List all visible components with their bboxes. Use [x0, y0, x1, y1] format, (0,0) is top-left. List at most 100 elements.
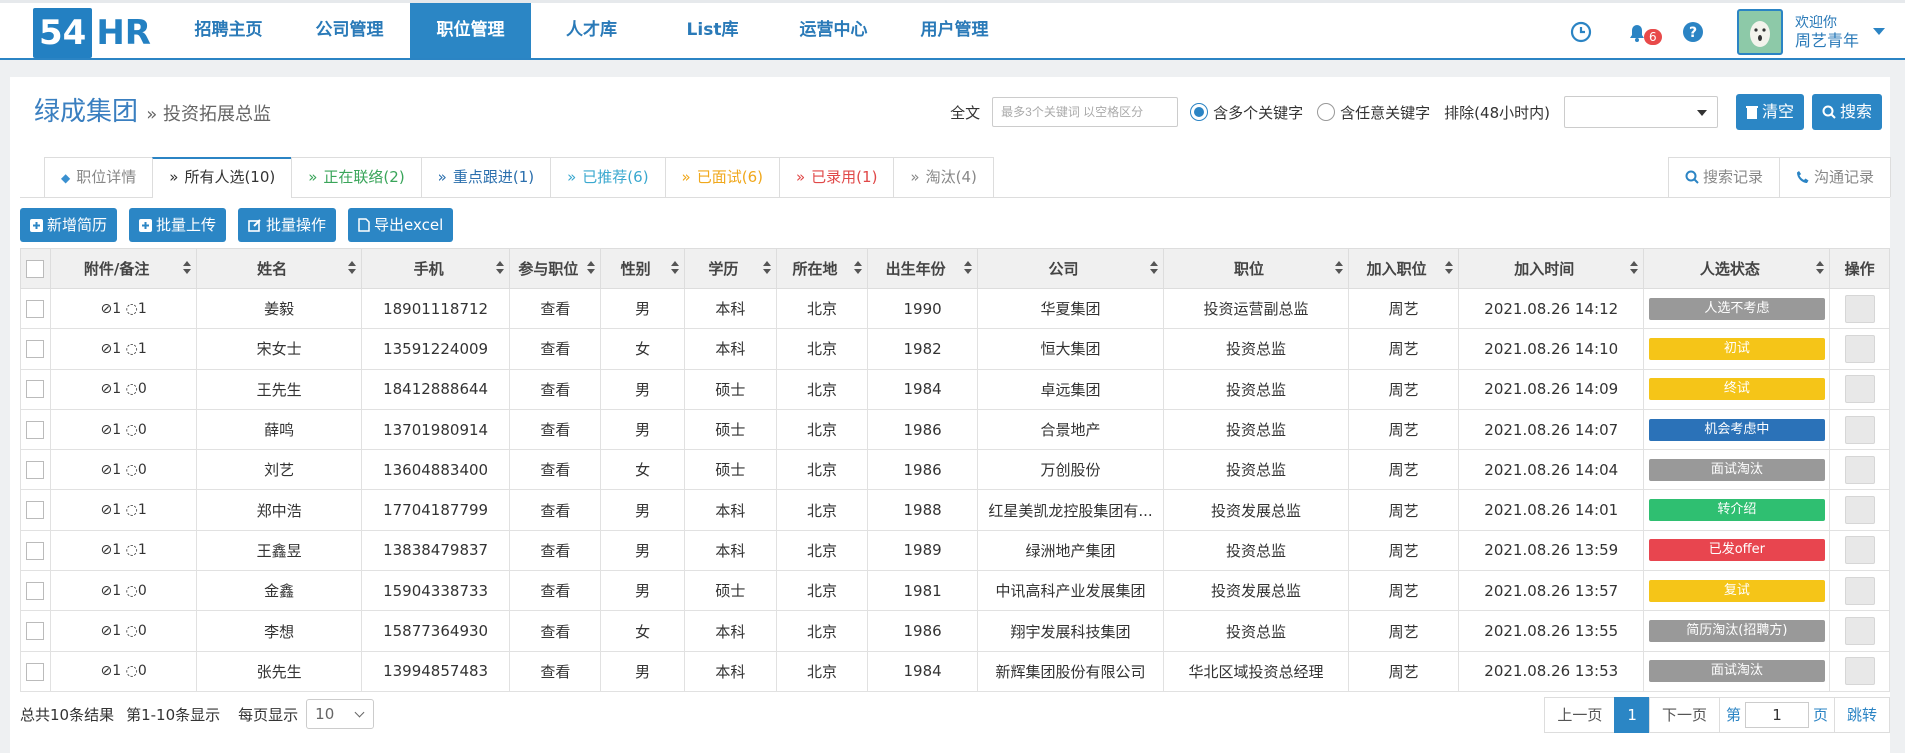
- candidate-name[interactable]: 薛鸣: [196, 408, 362, 451]
- row-checkbox[interactable]: [26, 461, 45, 480]
- keyword-input[interactable]: 最多3个关键词 以空格区分: [992, 97, 1179, 127]
- row-checkbox[interactable]: [26, 622, 45, 641]
- sort-icon[interactable]: [496, 261, 505, 275]
- sort-icon[interactable]: [183, 261, 192, 275]
- sort-icon[interactable]: [1816, 261, 1825, 275]
- radio-any-keyword[interactable]: 含任意关键字: [1317, 102, 1430, 123]
- attachment-cell[interactable]: ⊘1 ◌0: [49, 570, 198, 612]
- row-checkbox[interactable]: [26, 541, 45, 560]
- table-row[interactable]: ⊘1 ◌0 李想 15877364930 查看女本科 北京 1986 翔宇发展科技集团 投资总…: [20, 610, 1890, 652]
- view-positions-link[interactable]: 查看: [509, 449, 602, 491]
- row-checkbox[interactable]: [26, 581, 45, 600]
- nav-item-4[interactable]: List库: [652, 3, 773, 58]
- candidate-name[interactable]: 宋女士: [196, 328, 362, 370]
- column-header-4[interactable]: 性别: [600, 248, 685, 289]
- chevron-down-icon[interactable]: [1873, 28, 1885, 35]
- view-positions-link[interactable]: 查看: [509, 650, 602, 692]
- help-icon[interactable]: ?: [1682, 21, 1704, 43]
- select-all-checkbox[interactable]: [26, 259, 45, 278]
- status-badge[interactable]: 人选不考虑: [1648, 297, 1825, 320]
- status-badge[interactable]: 复试: [1648, 579, 1825, 602]
- view-positions-link[interactable]: 查看: [509, 610, 602, 652]
- status-badge[interactable]: 面试淘汰: [1648, 660, 1825, 683]
- column-header-7[interactable]: 出生年份: [867, 248, 979, 289]
- table-row[interactable]: ⊘1 ◌0 薛鸣 13701980914 查看男硕士 北京 1986 合景地产 投资总监 周艺 2…: [20, 408, 1890, 451]
- per-page-select[interactable]: 10: [306, 699, 375, 729]
- exclude-select[interactable]: [1563, 96, 1718, 128]
- sort-icon[interactable]: [964, 261, 973, 275]
- row-checkbox[interactable]: [26, 340, 45, 359]
- sort-icon[interactable]: [587, 261, 596, 275]
- qrcode-icon[interactable]: [1844, 375, 1875, 404]
- status-badge[interactable]: 已发offer: [1648, 539, 1825, 562]
- nav-item-2[interactable]: 职位管理: [410, 3, 531, 58]
- column-header-5[interactable]: 学历: [683, 248, 777, 289]
- candidate-name[interactable]: 金鑫: [196, 570, 362, 612]
- table-row[interactable]: ⊘1 ◌1 宋女士 13591224009 查看女本科 北京 1982 恒大集团 投资总监 周艺…: [20, 328, 1890, 370]
- radio-all-keywords[interactable]: 含多个关键字: [1190, 102, 1303, 123]
- sort-icon[interactable]: [854, 261, 863, 275]
- qrcode-icon[interactable]: [1844, 576, 1875, 605]
- tab-5[interactable]: » 已面试(6): [664, 157, 780, 197]
- tab-search-history[interactable]: 搜索记录: [1667, 157, 1780, 197]
- tab-0[interactable]: ◆ 职位详情: [44, 157, 154, 197]
- attachment-cell[interactable]: ⊘1 ◌0: [49, 610, 198, 652]
- status-badge[interactable]: 转介绍: [1648, 499, 1825, 522]
- sort-icon[interactable]: [347, 261, 356, 275]
- goto-page-input[interactable]: 1: [1744, 702, 1809, 728]
- column-header-3[interactable]: 参与职位: [509, 248, 602, 289]
- nav-item-5[interactable]: 运营中心: [773, 3, 894, 58]
- table-row[interactable]: ⊘1 ◌1 郑中浩 17704187799 查看男本科 北京 1988 红星美凯龙控股集团有…: [20, 489, 1890, 531]
- export-excel-button[interactable]: 导出excel: [348, 208, 454, 242]
- view-positions-link[interactable]: 查看: [509, 570, 602, 612]
- view-positions-link[interactable]: 查看: [509, 328, 602, 370]
- candidate-name[interactable]: 姜毅: [196, 287, 362, 330]
- qrcode-icon[interactable]: [1844, 294, 1875, 323]
- qrcode-icon[interactable]: [1844, 334, 1875, 363]
- status-badge[interactable]: 初试: [1648, 337, 1825, 360]
- prev-page-button[interactable]: 上一页: [1544, 697, 1616, 733]
- next-page-button[interactable]: 下一页: [1648, 697, 1720, 733]
- candidate-name[interactable]: 刘艺: [196, 449, 362, 491]
- nav-item-1[interactable]: 公司管理: [289, 3, 410, 58]
- sort-icon[interactable]: [1335, 261, 1344, 275]
- clear-button[interactable]: 清空: [1735, 94, 1804, 130]
- batch-upload-button[interactable]: 批量上传: [129, 208, 227, 242]
- view-positions-link[interactable]: 查看: [509, 287, 602, 330]
- avatar[interactable]: [1737, 8, 1783, 55]
- nav-item-0[interactable]: 招聘主页: [168, 3, 289, 58]
- column-header-9[interactable]: 职位: [1162, 248, 1350, 289]
- column-header-6[interactable]: 所在地: [775, 248, 869, 289]
- view-positions-link[interactable]: 查看: [509, 368, 602, 410]
- bell-icon[interactable]: 6: [1626, 21, 1662, 45]
- table-row[interactable]: ⊘1 ◌0 张先生 13994857483 查看男本科 北京 1984 新辉集团股份有限公司…: [20, 650, 1890, 692]
- nav-item-6[interactable]: 用户管理: [894, 3, 1015, 58]
- jump-button[interactable]: 跳转: [1833, 697, 1890, 733]
- view-positions-link[interactable]: 查看: [509, 489, 602, 531]
- row-checkbox[interactable]: [26, 662, 45, 681]
- clock-icon[interactable]: [1570, 21, 1592, 43]
- status-badge[interactable]: 面试淘汰: [1648, 458, 1825, 481]
- table-row[interactable]: ⊘1 ◌0 刘艺 13604883400 查看女硕士 北京 1986 万创股份 投资总监 周艺 2…: [20, 449, 1890, 491]
- batch-operation-button[interactable]: 批量操作: [238, 208, 337, 242]
- attachment-cell[interactable]: ⊘1 ◌1: [49, 489, 198, 531]
- qrcode-icon[interactable]: [1844, 617, 1875, 646]
- attachment-cell[interactable]: ⊘1 ◌0: [49, 408, 198, 451]
- table-row[interactable]: ⊘1 ◌0 王先生 18412888644 查看男硕士 北京 1984 卓远集团 投资总监 周艺…: [20, 368, 1890, 410]
- tab-6[interactable]: » 已录用(1): [778, 157, 895, 197]
- qrcode-icon[interactable]: [1844, 496, 1875, 525]
- tab-7[interactable]: » 淘汰(4): [893, 157, 994, 197]
- sort-icon[interactable]: [1630, 261, 1639, 275]
- column-header-0[interactable]: 附件/备注: [49, 248, 198, 289]
- tab-1[interactable]: » 所有人选(10): [152, 157, 293, 198]
- status-badge[interactable]: 简历淘汰(招聘方): [1648, 620, 1825, 643]
- attachment-cell[interactable]: ⊘1 ◌1: [49, 328, 198, 370]
- table-row[interactable]: ⊘1 ◌1 姜毅 18901118712 查看男本科 北京 1990 华夏集团 投资运营副总监…: [20, 287, 1890, 330]
- sort-icon[interactable]: [762, 261, 771, 275]
- search-button[interactable]: 搜索: [1811, 94, 1882, 130]
- column-header-11[interactable]: 加入时间: [1458, 248, 1645, 289]
- column-header-12[interactable]: 人选状态: [1643, 248, 1831, 289]
- attachment-cell[interactable]: ⊘1 ◌0: [49, 449, 198, 491]
- row-checkbox[interactable]: [26, 380, 45, 399]
- attachment-cell[interactable]: ⊘1 ◌1: [49, 529, 198, 572]
